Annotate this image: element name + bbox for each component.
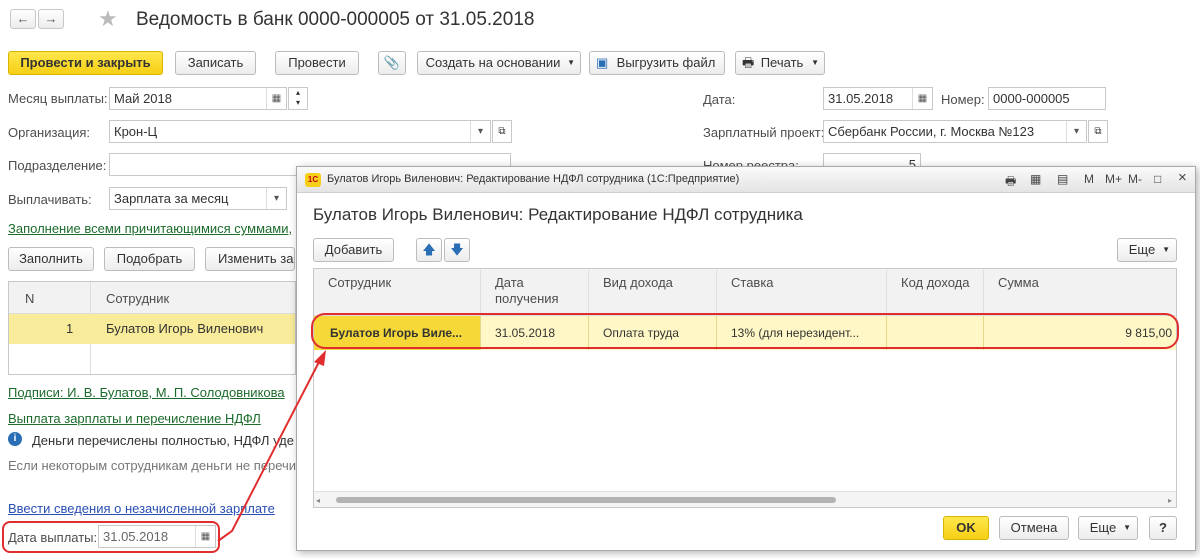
annotation-arrow [217,350,326,542]
